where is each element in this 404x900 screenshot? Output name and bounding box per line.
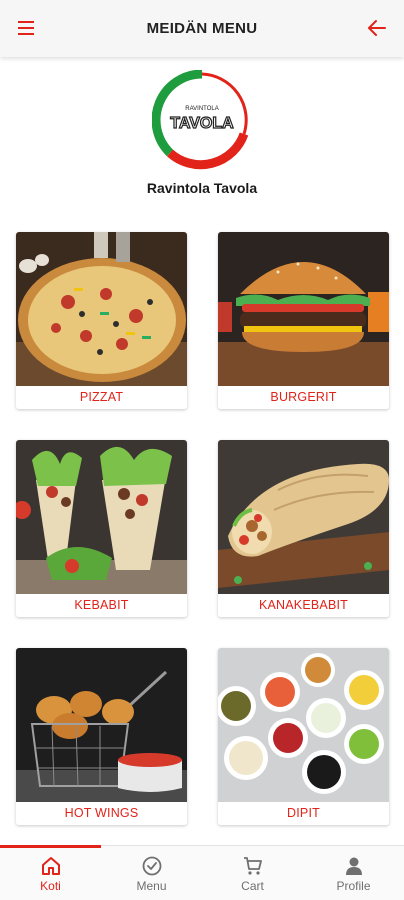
category-card-kebabit[interactable]: KEBABIT [16, 440, 187, 617]
chicken-kebab-image [218, 440, 389, 594]
bottom-navigation: Koti Menu Cart Profile [0, 845, 404, 900]
check-circle-icon [142, 856, 161, 875]
nav-item-koti[interactable]: Koti [0, 846, 101, 900]
restaurant-logo: RAVINTOLA TAVOLA [151, 69, 252, 170]
nav-item-menu[interactable]: Menu [101, 846, 202, 900]
category-label: KEBABIT [16, 594, 187, 617]
nav-label: Menu [136, 878, 167, 893]
dips-image [218, 648, 389, 802]
category-label: PIZZAT [16, 386, 187, 409]
category-card-burgerit[interactable]: BURGERIT [218, 232, 389, 409]
category-card-hot-wings[interactable]: HOT WINGS [16, 648, 187, 825]
nav-label: Cart [241, 878, 264, 893]
kebab-image [16, 440, 187, 594]
app-bar: MEIDÄN MENU [0, 0, 404, 57]
category-card-dipit[interactable]: DIPIT [218, 648, 389, 825]
nav-label: Profile [336, 878, 371, 893]
arrow-left-icon[interactable] [366, 17, 388, 39]
logo-text-small: RAVINTOLA [185, 106, 218, 112]
category-card-kanakebabit[interactable]: KANAKEBABIT [218, 440, 389, 617]
category-card-pizzat[interactable]: PIZZAT [16, 232, 187, 409]
burger-image [218, 232, 389, 386]
hot-wings-image [16, 648, 187, 802]
pizza-image [16, 232, 187, 386]
person-icon [345, 857, 362, 875]
home-icon [41, 856, 60, 875]
nav-label: Koti [40, 878, 61, 893]
logo-text: TAVOLA [170, 115, 234, 132]
category-label: BURGERIT [218, 386, 389, 409]
cart-icon [243, 856, 262, 875]
category-label: HOT WINGS [16, 802, 187, 825]
category-label: KANAKEBABIT [218, 594, 389, 617]
nav-item-profile[interactable]: Profile [303, 846, 404, 900]
active-tab-indicator [0, 845, 101, 848]
page-title: MEIDÄN MENU [146, 20, 258, 37]
category-label: DIPIT [218, 802, 389, 825]
nav-item-cart[interactable]: Cart [202, 846, 303, 900]
restaurant-name: Ravintola Tavola [146, 180, 258, 196]
hamburger-icon[interactable] [16, 17, 38, 39]
